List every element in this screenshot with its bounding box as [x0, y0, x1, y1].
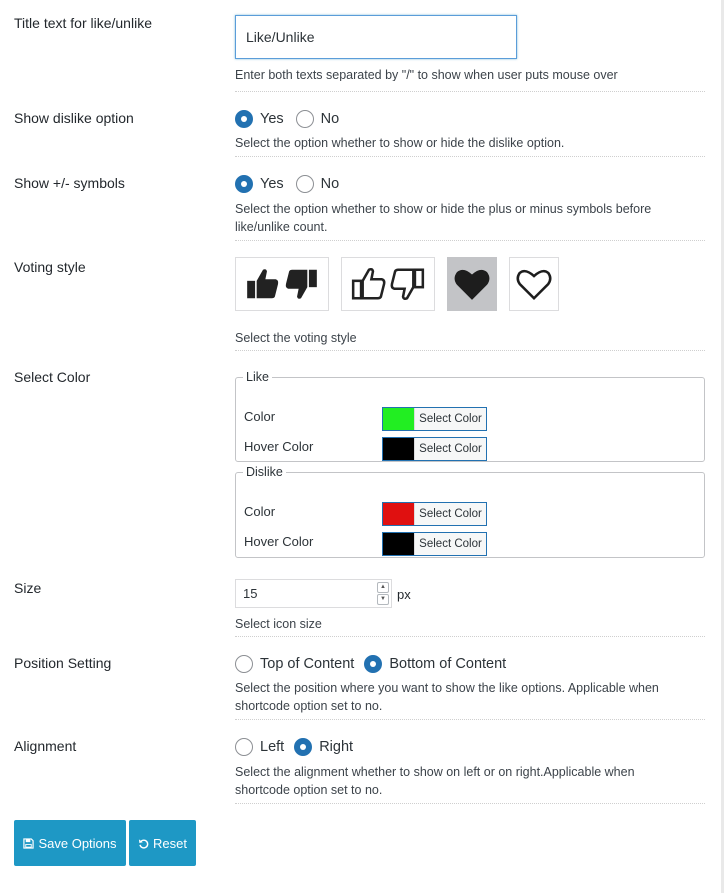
like-hover-color-select-button[interactable]: Select Color	[414, 438, 486, 460]
reset-button[interactable]: Reset	[129, 820, 196, 866]
show-dislike-no-label[interactable]: No	[321, 111, 340, 127]
show-dislike-no-radio[interactable]	[295, 110, 314, 128]
size-number-input[interactable]: 15 ▲ ▼	[235, 579, 392, 608]
divider	[235, 803, 705, 804]
dislike-hover-color-select-button[interactable]: Select Color	[414, 533, 486, 555]
dislike-color-picker[interactable]: Select Color	[382, 502, 487, 526]
alignment-right-radio[interactable]	[294, 738, 313, 756]
show-symbols-description: Select the option whether to show or hid…	[235, 200, 705, 236]
position-radio-group: Top of Content Bottom of Content	[235, 655, 518, 673]
like-color-fieldset: Like Color Select Color Hover Color Sele…	[235, 370, 705, 462]
position-top-label[interactable]: Top of Content	[260, 656, 354, 672]
position-description-line2: shortcode option set to no.	[235, 699, 383, 713]
alignment-description-line1: Select the alignment whether to show on …	[235, 765, 635, 779]
show-dislike-yes-radio[interactable]	[235, 110, 253, 128]
show-dislike-yes-label[interactable]: Yes	[260, 111, 284, 127]
voting-style-heart-solid[interactable]	[447, 257, 497, 311]
voting-style-label: Voting style	[14, 259, 86, 275]
alignment-description-line2: shortcode option set to no.	[235, 783, 383, 797]
show-dislike-radio-group: Yes No	[235, 110, 351, 128]
position-bottom-radio[interactable]	[364, 655, 383, 673]
save-options-button[interactable]: Save Options	[14, 820, 126, 866]
dislike-color-fieldset: Dislike Color Select Color Hover Color S…	[235, 465, 705, 558]
decrement-arrow-icon[interactable]: ▼	[377, 594, 389, 605]
thumbs-down-solid-icon	[285, 269, 317, 299]
position-description-line1: Select the position where you want to sh…	[235, 681, 659, 695]
like-color-label: Color	[244, 409, 276, 424]
select-color-label: Select Color	[14, 369, 91, 385]
show-symbols-no-radio[interactable]	[295, 175, 314, 193]
show-dislike-label: Show dislike option	[14, 110, 134, 126]
title-text-label: Title text for like/unlike	[14, 15, 152, 31]
divider	[235, 719, 705, 720]
undo-icon	[138, 838, 149, 849]
voting-style-heart-outline[interactable]	[509, 257, 559, 311]
dislike-hover-color-label: Hover Color	[244, 534, 314, 549]
alignment-left-radio[interactable]	[235, 738, 253, 756]
voting-style-description: Select the voting style	[235, 331, 357, 345]
size-value[interactable]: 15	[243, 586, 257, 601]
divider	[235, 636, 705, 637]
show-symbols-label: Show +/- symbols	[14, 175, 125, 191]
save-icon	[23, 837, 35, 849]
like-color-swatch[interactable]	[383, 408, 414, 430]
alignment-radio-group: Left Right	[235, 738, 365, 756]
dislike-hover-color-picker[interactable]: Select Color	[382, 532, 487, 556]
like-color-picker[interactable]: Select Color	[382, 407, 487, 431]
show-dislike-description: Select the option whether to show or hid…	[235, 136, 565, 150]
show-symbols-yes-radio[interactable]	[235, 175, 253, 193]
voting-style-thumbs-outline[interactable]	[341, 257, 435, 311]
dislike-hover-color-swatch[interactable]	[383, 533, 414, 555]
dislike-color-select-button[interactable]: Select Color	[414, 503, 486, 525]
position-description: Select the position where you want to sh…	[235, 679, 705, 715]
alignment-left-label[interactable]: Left	[260, 739, 284, 755]
show-symbols-radio-group: Yes No	[235, 175, 351, 193]
thumbs-down-outline-icon	[390, 268, 425, 301]
title-text-description: Enter both texts separated by "/" to sho…	[235, 68, 618, 81]
heart-solid-icon	[454, 269, 490, 300]
alignment-description: Select the alignment whether to show on …	[235, 763, 705, 799]
divider	[235, 91, 705, 92]
thumbs-up-outline-icon	[351, 267, 386, 300]
thumbs-up-solid-icon	[247, 269, 279, 299]
voting-style-thumbs-solid[interactable]	[235, 257, 329, 311]
alignment-right-label[interactable]: Right	[319, 739, 353, 755]
show-symbols-no-label[interactable]: No	[321, 176, 340, 192]
show-symbols-description-line2: like/unlike count.	[235, 220, 328, 234]
like-hover-color-label: Hover Color	[244, 439, 314, 454]
divider	[235, 240, 705, 241]
alignment-label: Alignment	[14, 738, 77, 754]
size-unit: px	[397, 587, 411, 602]
position-bottom-label[interactable]: Bottom of Content	[389, 656, 506, 672]
reset-label[interactable]: Reset	[153, 836, 187, 851]
show-symbols-description-line1: Select the option whether to show or hid…	[235, 202, 652, 216]
dislike-color-label: Color	[244, 504, 276, 519]
dislike-color-legend: Dislike	[246, 465, 283, 479]
size-description: Select icon size	[235, 617, 322, 631]
divider	[235, 156, 705, 157]
show-symbols-yes-label[interactable]: Yes	[260, 176, 284, 192]
heart-outline-icon	[516, 269, 552, 301]
divider	[235, 350, 705, 351]
like-color-legend: Like	[246, 370, 269, 384]
save-options-label[interactable]: Save Options	[38, 836, 116, 851]
like-hover-color-picker[interactable]: Select Color	[382, 437, 487, 461]
dislike-color-swatch[interactable]	[383, 503, 414, 525]
position-label: Position Setting	[14, 655, 112, 671]
title-text-input[interactable]: Like/Unlike	[235, 15, 517, 59]
position-top-radio[interactable]	[235, 655, 253, 673]
size-label: Size	[14, 580, 42, 596]
like-color-select-button[interactable]: Select Color	[414, 408, 486, 430]
like-hover-color-swatch[interactable]	[383, 438, 414, 460]
